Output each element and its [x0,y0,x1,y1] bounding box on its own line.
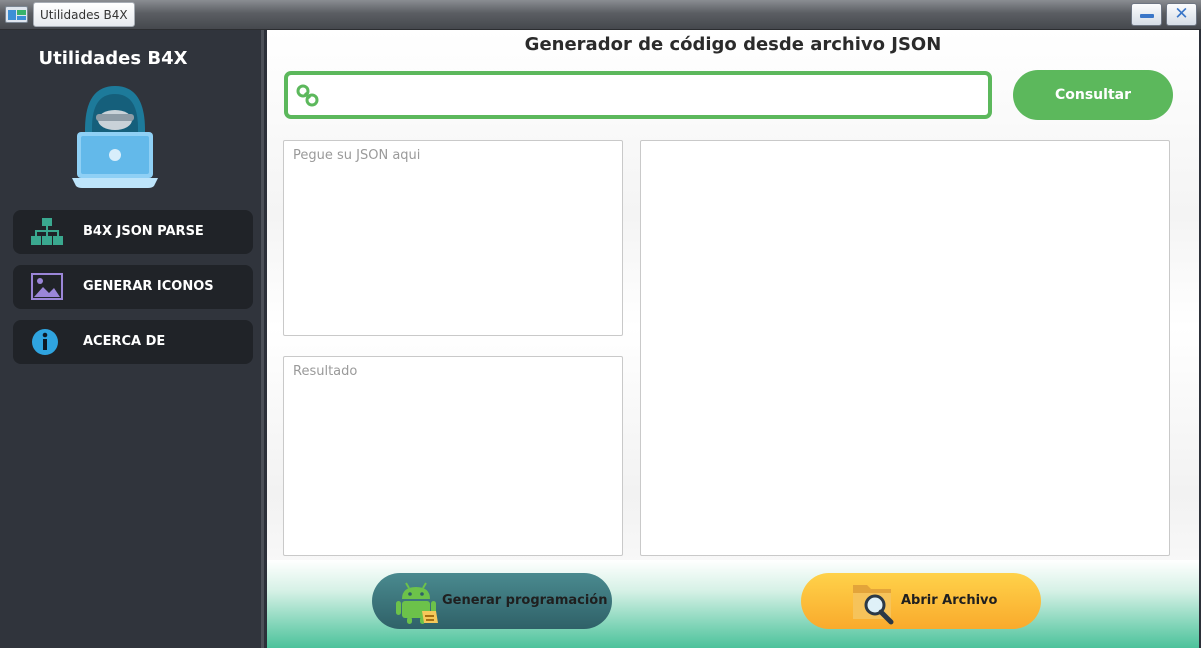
window-title: Utilidades B4X [33,2,135,27]
sidebar-item-label: ACERCA DE [83,334,166,349]
sidebar-item-acerca-de[interactable]: ACERCA DE [13,320,253,364]
url-input[interactable] [328,79,984,111]
close-button[interactable]: ✕ [1166,3,1197,26]
app-icon [5,6,28,23]
code-output-area[interactable] [640,140,1170,556]
link-icon [296,84,320,108]
brand-title: Utilidades B4X [38,48,188,69]
hacker-laptop-logo [72,84,158,188]
json-input[interactable] [283,140,623,336]
sidebar-item-label: B4X JSON PARSE [83,224,204,239]
window-titlebar: Utilidades B4X ✕ [0,0,1201,30]
minimize-icon [1140,14,1154,18]
sidebar-item-b4x-json-parse[interactable]: B4X JSON PARSE [13,210,253,254]
close-icon: ✕ [1174,4,1189,24]
abrir-archivo-button[interactable]: Abrir Archivo [801,573,1041,629]
main-panel: Generador de código desde archivo JSON C… [267,30,1199,648]
generar-programacion-button[interactable]: Generar programación [372,573,612,629]
info-icon [31,328,63,356]
sitemap-icon [31,218,63,246]
android-script-icon [394,579,440,625]
page-title: Generador de código desde archivo JSON [524,34,942,55]
result-textarea[interactable] [283,356,623,556]
url-field [284,71,992,119]
sidebar-item-generar-iconos[interactable]: GENERAR ICONOS [13,265,253,309]
sidebar-item-label: GENERAR ICONOS [83,279,214,294]
abrir-archivo-label: Abrir Archivo [901,593,998,608]
generar-programacion-label: Generar programación [442,593,608,608]
folder-search-icon [851,579,897,625]
minimize-button[interactable] [1131,3,1162,26]
consultar-button[interactable]: Consultar [1013,70,1173,120]
image-icon [31,273,63,301]
sidebar: Utilidades B4X B4X JSON PARSE GENERAR IC… [0,30,264,648]
